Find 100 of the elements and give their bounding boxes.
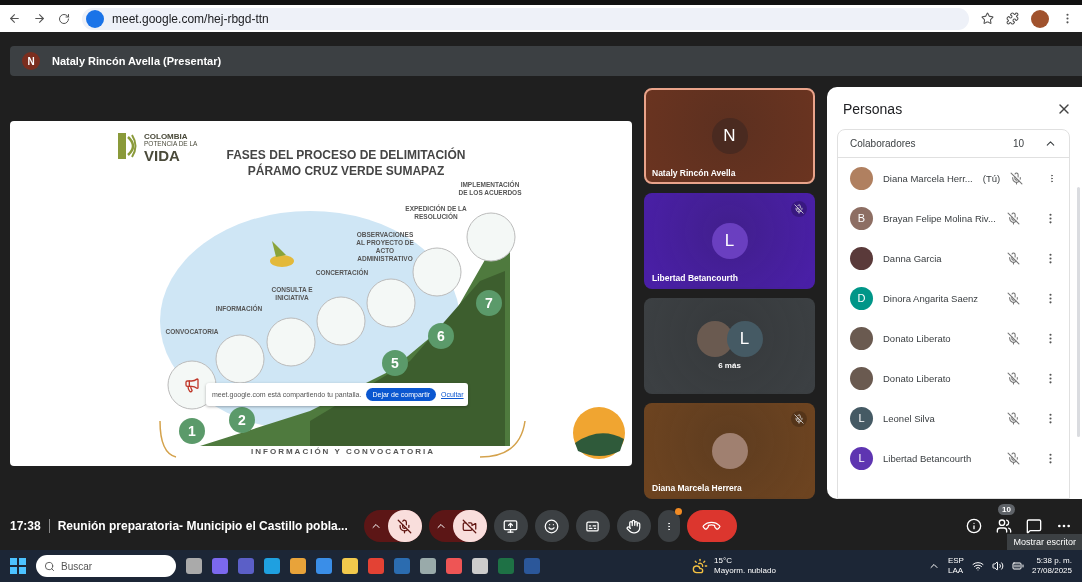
participant-row[interactable]: Donato Liberato — [838, 318, 1069, 358]
participant-tile[interactable]: N Nataly Rincón Avella — [644, 87, 815, 184]
microphone-off-icon — [397, 518, 413, 534]
phase-number: 1 — [179, 417, 205, 444]
participant-name: Nataly Rincón Avella — [652, 167, 736, 178]
participant-avatar: D — [850, 286, 873, 310]
extensions-icon[interactable] — [1006, 12, 1019, 25]
smiley-icon — [544, 518, 560, 534]
forward-icon[interactable] — [33, 12, 46, 25]
info-button[interactable] — [966, 518, 982, 534]
participant-avatar: L — [850, 406, 873, 430]
scrollbar[interactable] — [1077, 187, 1080, 437]
language-label[interactable]: ESP — [947, 556, 964, 566]
address-bar[interactable]: meet.google.com/hej-rbgd-ttn — [82, 7, 969, 30]
people-button[interactable] — [996, 518, 1012, 534]
curved-line-drawing — [479, 419, 526, 458]
bookmark-star-icon[interactable] — [981, 12, 994, 25]
presenter-label: Nataly Rincón Avella (Presentar) — [52, 55, 222, 67]
phase-illustration-circle — [412, 247, 462, 296]
site-icon — [86, 9, 104, 28]
weather-icon — [692, 558, 709, 574]
hang-up-button[interactable] — [686, 510, 737, 542]
taskbar-search-field[interactable]: Buscar — [36, 555, 176, 577]
participant-tile[interactable]: L Libertad Betancourth — [644, 192, 815, 289]
participant-name: Brayan Felipe Molina Riv... — [883, 212, 997, 224]
volume-icon[interactable] — [991, 560, 1004, 572]
section-header[interactable]: Colaboradores 10 — [838, 130, 1069, 158]
clock-date[interactable]: 27/08/2025 — [1031, 566, 1072, 576]
logo-text: COLOMBIA — [144, 132, 189, 141]
tooltip: Mostrar escritor — [1007, 534, 1082, 550]
participant-row[interactable]: L Libertad Betancourth — [838, 438, 1069, 478]
weather-description: Mayorm. nublado — [714, 566, 776, 576]
participant-row[interactable]: L Leonel Silva — [838, 398, 1069, 438]
participant-tile[interactable]: Diana Marcela Herrera — [644, 402, 815, 499]
info-icon — [966, 518, 982, 534]
participant-photo — [711, 432, 748, 469]
weather-temperature: 15°C — [714, 556, 733, 566]
participant-row[interactable]: Donato Liberato — [838, 358, 1069, 398]
reload-icon[interactable] — [58, 12, 70, 25]
emoji-button[interactable] — [534, 510, 569, 542]
profile-avatar[interactable] — [1031, 9, 1049, 28]
slide-title: FASES DEL PROCESO DE DELIMITACIÓN — [225, 146, 467, 163]
chat-button[interactable] — [1026, 518, 1042, 534]
curved-line-drawing — [159, 419, 177, 458]
participant-name: Diana Marcela Herr... — [883, 172, 973, 184]
keyboard-layout-label[interactable]: LAA — [947, 566, 964, 576]
more-options-button[interactable] — [657, 510, 680, 542]
more-participants-label: 6 más — [718, 361, 741, 370]
presenter-avatar: N — [22, 52, 40, 70]
clock-time[interactable]: 5:38 p. m. — [1036, 556, 1072, 566]
meeting-time: 17:38 — [10, 519, 41, 533]
participant-name: Donato Liberato — [883, 332, 952, 344]
you-label: (Tú) — [982, 172, 1001, 184]
battery-icon[interactable] — [1011, 560, 1024, 572]
participant-row[interactable]: Danna Garcia — [838, 238, 1069, 278]
camera-off-icon — [462, 518, 478, 534]
hand-icon — [626, 518, 642, 534]
participant-avatar: L — [711, 222, 748, 259]
captions-button[interactable] — [575, 510, 610, 542]
participant-name: Libertad Betancourth — [883, 452, 973, 464]
microphone-button[interactable] — [387, 510, 422, 542]
present-screen-icon — [503, 518, 519, 534]
participant-name: Leonel Silva — [883, 412, 936, 424]
participant-row[interactable]: D Dinora Angarita Saenz — [838, 278, 1069, 318]
wifi-icon[interactable] — [971, 560, 984, 572]
chat-icon — [1026, 518, 1042, 534]
raise-hand-button[interactable] — [616, 510, 651, 542]
round-emblem-drawing — [573, 406, 625, 459]
participant-name: Dinora Angarita Saenz — [883, 292, 980, 304]
phase-illustration-circle — [366, 278, 416, 327]
participant-avatar: B — [850, 206, 873, 230]
search-icon — [44, 560, 55, 572]
participant-avatar: N — [711, 117, 748, 154]
camera-button[interactable] — [452, 510, 487, 542]
back-icon[interactable] — [8, 12, 21, 25]
participant-avatar: L — [850, 446, 873, 470]
meeting-title: Reunión preparatoria- Municipio el Castillo pobla... — [57, 519, 348, 533]
participant-name: Donato Liberato — [883, 372, 952, 384]
slide-footer: INFORMACIÓN Y CONVOCATORIA — [10, 446, 632, 456]
participant-row[interactable]: B Brayan Felipe Molina Riv... — [838, 198, 1069, 238]
present-screen-button[interactable] — [493, 510, 528, 542]
participant-tile[interactable]: L 6 más — [644, 297, 815, 394]
people-icon — [996, 518, 1012, 534]
panel-title: Personas — [843, 101, 903, 117]
megaphone-icon — [184, 376, 200, 393]
participant-count-badge: 10 — [998, 504, 1015, 515]
participant-name: Libertad Betancourth — [652, 272, 738, 283]
captions-icon — [585, 518, 601, 534]
participant-avatar: L — [726, 321, 763, 357]
logo-text: VIDA — [144, 147, 181, 164]
slide-title: PÁRAMO CRUZ VERDE SUMAPAZ — [246, 162, 446, 179]
phase-illustration-circle — [316, 296, 366, 345]
participant-name: Diana Marcela Herrera — [652, 482, 742, 493]
phase-illustration-circle — [466, 212, 516, 261]
section-count: 10 — [1012, 138, 1024, 149]
participant-row[interactable]: Diana Marcela Herr... (Tú) — [838, 158, 1069, 198]
section-title: Colaboradores — [850, 138, 917, 149]
phase-illustration-circle — [266, 317, 316, 366]
participant-name: Danna Garcia — [883, 252, 943, 264]
windows-logo-icon[interactable] — [10, 558, 26, 574]
